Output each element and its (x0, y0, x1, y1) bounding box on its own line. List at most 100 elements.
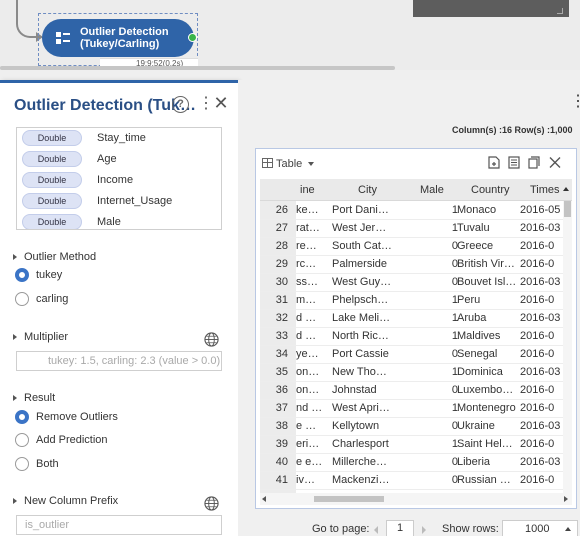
table-cell[interactable]: 0 (410, 420, 458, 432)
table-cell[interactable]: West Apri… (332, 402, 402, 414)
radio-tukey[interactable] (15, 268, 29, 282)
vertical-scrollbar[interactable] (563, 201, 572, 493)
table-cell[interactable]: 2016-0 (520, 258, 560, 270)
scroll-left-icon[interactable] (262, 496, 266, 502)
table-cell[interactable]: Kellytown (332, 420, 402, 432)
new-column-prefix-input[interactable]: is_outlier (16, 515, 222, 535)
table-cell[interactable]: Russian … (457, 474, 519, 486)
table-cell[interactable]: 1 (410, 402, 458, 414)
table-cell[interactable]: Aruba (457, 312, 519, 324)
data-grid[interactable]: ine City Male Country Times 26 ke… Port Da… (260, 179, 572, 493)
table-cell[interactable]: 2016-03 (520, 276, 560, 288)
table-cell[interactable]: South Cat… (332, 240, 402, 252)
table-cell[interactable]: Millerche… (332, 456, 402, 468)
multiplier-section[interactable]: Multiplier (13, 331, 68, 343)
scroll-thumb[interactable] (564, 201, 571, 217)
table-cell[interactable]: 1 (410, 312, 458, 324)
table-cell[interactable]: 2016-05 (520, 204, 560, 216)
column-header[interactable]: Country (471, 184, 510, 196)
table-cell[interactable]: 2016-03 (520, 312, 560, 324)
scroll-right-icon[interactable] (564, 496, 568, 502)
export-icon[interactable] (488, 156, 500, 169)
scroll-thumb[interactable] (314, 496, 384, 502)
table-cell[interactable]: 2016-0 (520, 294, 560, 306)
result-section[interactable]: Result (13, 392, 55, 404)
column-header[interactable]: Times (530, 184, 560, 196)
table-cell[interactable]: 2016-03 (520, 456, 560, 468)
table-cell[interactable]: 2016-0 (520, 240, 560, 252)
table-row[interactable]: 34 ye… Port Cassie 0 Senegal 2016-0 (260, 345, 563, 364)
sort-up-icon[interactable] (563, 187, 569, 191)
table-cell[interactable]: Charlesport (332, 438, 402, 450)
column-header[interactable]: ine (300, 184, 315, 196)
table-row[interactable]: 29 rc… Palmerside 0 British Vir… 2016-0 (260, 255, 563, 274)
table-cell[interactable]: Mackenzi… (332, 474, 402, 486)
resize-handle-icon[interactable] (557, 8, 563, 14)
outlier-method-section[interactable]: Outlier Method (13, 251, 96, 263)
table-row[interactable]: 36 on… Johnstad 0 Luxembo… 2016-0 (260, 381, 563, 400)
table-cell[interactable]: Peru (457, 294, 519, 306)
list-item[interactable]: Double Stay_time (17, 129, 221, 149)
table-cell[interactable]: Ukraine (457, 420, 519, 432)
selected-columns-list[interactable]: Double Stay_time Double Age Double Incom… (16, 127, 222, 230)
table-cell[interactable]: Greece (457, 240, 519, 252)
table-cell[interactable]: 2016-0 (520, 438, 560, 450)
table-cell[interactable]: 1 (410, 366, 458, 378)
table-cell[interactable]: Palmerside (332, 258, 402, 270)
close-icon[interactable]: ✕ (213, 93, 229, 113)
table-cell[interactable]: nd … (296, 402, 326, 414)
table-cell[interactable]: Luxembo… (457, 384, 519, 396)
table-row[interactable]: 31 m… Phelpsch… 1 Peru 2016-0 (260, 291, 563, 310)
radio-remove-outliers[interactable] (15, 410, 29, 424)
table-cell[interactable]: Lake Meli… (332, 312, 402, 324)
table-row[interactable]: 35 on… New Tho… 1 Dominica 2016-03 (260, 363, 563, 382)
table-cell[interactable]: d … (296, 330, 326, 342)
node-output-port[interactable] (188, 33, 197, 42)
radio-both[interactable] (15, 457, 29, 471)
view-selector[interactable]: Table (262, 158, 315, 170)
table-cell[interactable]: 2016-0 (520, 474, 560, 486)
globe-icon[interactable] (204, 496, 219, 511)
table-cell[interactable]: 0 (410, 258, 458, 270)
new-column-prefix-section[interactable]: New Column Prefix (13, 495, 118, 507)
table-cell[interactable]: e … (296, 420, 326, 432)
canvas-scrollbar[interactable] (0, 66, 395, 70)
expand-icon[interactable] (528, 156, 540, 169)
table-row[interactable]: 32 d … Lake Meli… 1 Aruba 2016-03 (260, 309, 563, 328)
table-row[interactable]: 28 re… South Cat… 0 Greece 2016-0 (260, 237, 563, 256)
table-row[interactable]: 39 eri… Charlesport 1 Saint Hel… 2016-0 (260, 435, 563, 454)
table-cell[interactable]: re… (296, 240, 326, 252)
table-cell[interactable]: 1 (410, 294, 458, 306)
table-cell[interactable]: rat… (296, 222, 326, 234)
table-cell[interactable]: 2016-0 (520, 384, 560, 396)
table-cell[interactable]: Saint Hel… (457, 438, 519, 450)
table-cell[interactable]: Johnstad (332, 384, 402, 396)
table-cell[interactable]: d … (296, 312, 326, 324)
table-cell[interactable]: Port Cassie (332, 348, 402, 360)
table-row[interactable]: 27 rat… West Jer… 1 Tuvalu 2016-03 (260, 219, 563, 238)
table-cell[interactable]: Liberia (457, 456, 519, 468)
table-cell[interactable]: New Tho… (332, 366, 402, 378)
table-cell[interactable]: ke… (296, 204, 326, 216)
radio-carling[interactable] (15, 292, 29, 306)
table-cell[interactable]: iv… (296, 474, 326, 486)
table-cell[interactable]: eri… (296, 438, 326, 450)
table-cell[interactable]: on… (296, 366, 326, 378)
table-cell[interactable]: 2016-03 (520, 420, 560, 432)
table-cell[interactable]: 0 (410, 348, 458, 360)
table-row[interactable]: 41 iv… Mackenzi… 0 Russian … 2016-0 (260, 471, 563, 490)
column-header[interactable]: City (358, 184, 377, 196)
table-row[interactable]: 33 d … North Ric… 1 Maldives 2016-0 (260, 327, 563, 346)
table-cell[interactable]: 2016-0 (520, 402, 560, 414)
table-cell[interactable]: Bouvet Isl… (457, 276, 519, 288)
table-cell[interactable]: 1 (410, 438, 458, 450)
table-cell[interactable]: West Jer… (332, 222, 402, 234)
more-vertical-icon[interactable]: ⋮ (570, 94, 580, 110)
workflow-canvas[interactable]: Outlier Detection (Tukey/Carling) 19:9:5… (0, 0, 580, 70)
table-cell[interactable]: Monaco (457, 204, 519, 216)
table-cell[interactable]: Senegal (457, 348, 519, 360)
table-cell[interactable]: 0 (410, 276, 458, 288)
table-cell[interactable]: 0 (410, 384, 458, 396)
column-header[interactable]: Male (420, 184, 444, 196)
table-cell[interactable]: 1 (410, 204, 458, 216)
